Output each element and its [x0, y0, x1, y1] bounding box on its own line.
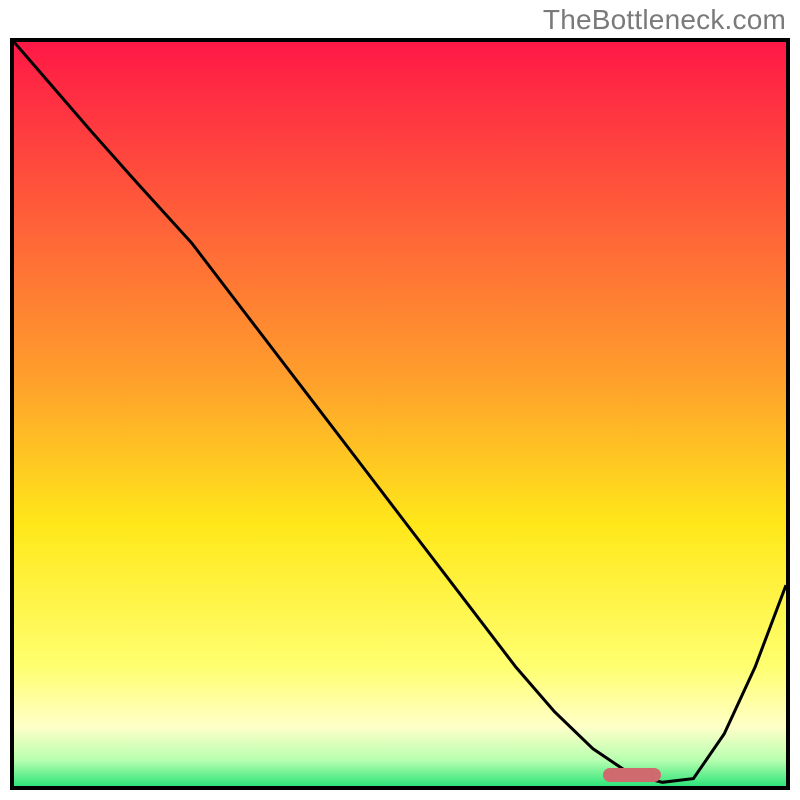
chart-frame: TheBottleneck.com	[0, 0, 800, 800]
plot-area	[14, 42, 786, 786]
curve-path	[14, 42, 786, 782]
watermark-text: TheBottleneck.com	[543, 4, 786, 36]
optimal-marker	[603, 768, 661, 782]
bottleneck-curve	[14, 42, 786, 786]
